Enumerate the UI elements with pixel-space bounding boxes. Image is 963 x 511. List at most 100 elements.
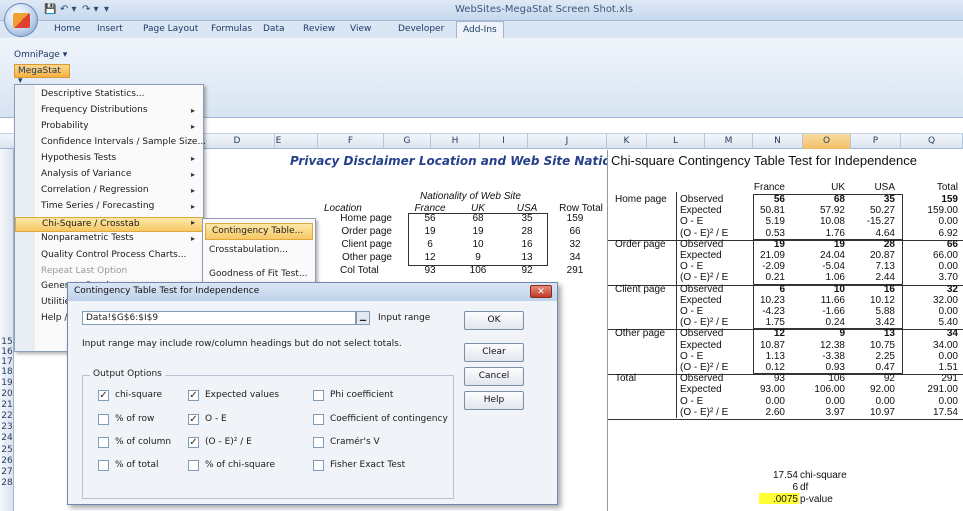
output-cell[interactable]: 106.00 — [795, 384, 845, 395]
output-cell[interactable]: 5.40 — [905, 317, 958, 328]
output-cell[interactable]: 106 — [795, 373, 845, 384]
sheet-cell[interactable]: 19 — [409, 226, 451, 237]
checkbox[interactable] — [188, 460, 199, 471]
output-cell[interactable]: 0.00 — [905, 351, 958, 362]
output-cell[interactable]: 291 — [905, 373, 958, 384]
row-header[interactable]: 26 — [0, 456, 14, 466]
sheet-cell[interactable]: 68 — [458, 213, 498, 224]
row-header[interactable]: 27 — [0, 467, 14, 477]
output-cell[interactable]: 0.00 — [745, 396, 785, 407]
checkbox[interactable] — [313, 437, 324, 448]
output-cell[interactable]: 291.00 — [905, 384, 958, 395]
output-cell[interactable]: 2.60 — [745, 407, 785, 418]
checkbox[interactable] — [313, 460, 324, 471]
submenu-item[interactable]: Goodness of Fit Test... — [209, 269, 307, 279]
checkbox[interactable]: ✓ — [98, 390, 109, 401]
output-cell[interactable]: 3.70 — [905, 272, 958, 283]
column-header-g[interactable]: G — [384, 134, 431, 149]
tab-page-layout[interactable]: Page Layout — [143, 24, 198, 34]
column-header-f[interactable]: F — [318, 134, 384, 149]
menu-item[interactable]: Chi-Square / Crosstab — [15, 217, 203, 232]
column-header-p[interactable]: P — [851, 134, 901, 149]
submenu-item[interactable]: Crosstabulation... — [209, 245, 288, 255]
tab-formulas[interactable]: Formulas — [211, 24, 252, 34]
submenu-item[interactable]: Contingency Table... — [205, 223, 313, 240]
sheet-cell[interactable]: 34 — [555, 252, 595, 263]
output-cell[interactable]: 32.00 — [905, 295, 958, 306]
sheet-cell[interactable]: 35 — [507, 213, 547, 224]
output-cell[interactable]: 93 — [745, 373, 785, 384]
output-cell[interactable]: 0.00 — [845, 396, 895, 407]
tab-review[interactable]: Review — [303, 24, 335, 34]
output-cell[interactable]: 0.00 — [795, 396, 845, 407]
tab-view[interactable]: View — [350, 24, 371, 34]
checkbox[interactable]: ✓ — [188, 437, 199, 448]
row-header[interactable]: 23 — [0, 422, 14, 432]
checkbox[interactable]: ✓ — [188, 390, 199, 401]
row-header[interactable]: 16 — [0, 347, 14, 357]
menu-item[interactable]: Analysis of Variance — [41, 169, 131, 179]
output-cell[interactable]: 66 — [905, 239, 958, 250]
sheet-cell[interactable]: 66 — [555, 226, 595, 237]
checkbox[interactable] — [98, 414, 109, 425]
save-icon[interactable]: 💾 — [44, 4, 56, 15]
sheet-cell[interactable]: 32 — [555, 239, 595, 250]
clear-button[interactable]: Clear — [464, 343, 524, 362]
sheet-col-total[interactable]: 92 — [507, 265, 547, 276]
tab-data[interactable]: Data — [263, 24, 285, 34]
column-header-o[interactable]: O — [803, 134, 851, 149]
output-cell[interactable]: 0.00 — [905, 396, 958, 407]
menu-item[interactable]: Confidence Intervals / Sample Size... — [41, 137, 206, 147]
output-cell[interactable]: 3.97 — [795, 407, 845, 418]
menu-item[interactable]: Quality Control Process Charts... — [41, 250, 186, 260]
output-cell[interactable]: 6.92 — [905, 228, 958, 239]
sheet-cell[interactable]: 159 — [555, 213, 595, 224]
output-cell[interactable]: 34.00 — [905, 340, 958, 351]
tab-add-ins[interactable]: Add-Ins — [456, 21, 504, 38]
omnipage-menu[interactable]: OmniPage ▾ — [14, 50, 67, 60]
undo-icon[interactable]: ↶ ▾ — [60, 4, 77, 15]
row-header[interactable]: 25 — [0, 445, 14, 455]
sheet-col-total[interactable]: 93 — [409, 265, 451, 276]
column-header-l[interactable]: L — [647, 134, 705, 149]
row-header[interactable]: 28 — [0, 478, 14, 488]
checkbox[interactable] — [313, 414, 324, 425]
menu-item[interactable]: Hypothesis Tests — [41, 153, 116, 163]
megastat-menu-button[interactable]: MegaStat ▾ — [14, 64, 70, 86]
menu-item[interactable]: Correlation / Regression — [41, 185, 149, 195]
column-header-q[interactable]: Q — [901, 134, 963, 149]
output-cell[interactable]: 34 — [905, 328, 958, 339]
sheet-cell[interactable]: 28 — [507, 226, 547, 237]
row-header[interactable]: 20 — [0, 389, 14, 399]
row-header[interactable]: 19 — [0, 378, 14, 388]
column-header-n[interactable]: N — [753, 134, 803, 149]
output-cell[interactable]: 92 — [845, 373, 895, 384]
cancel-button[interactable]: Cancel — [464, 367, 524, 386]
column-header-h[interactable]: H — [431, 134, 480, 149]
column-header-k[interactable]: K — [607, 134, 647, 149]
menu-item[interactable]: Frequency Distributions — [41, 105, 148, 115]
office-button[interactable] — [4, 3, 38, 37]
sheet-cell[interactable]: 9 — [458, 252, 498, 263]
checkbox[interactable] — [313, 390, 324, 401]
sheet-cell[interactable]: 56 — [409, 213, 451, 224]
help-button[interactable]: Help — [464, 391, 524, 410]
checkbox[interactable]: ✓ — [188, 414, 199, 425]
output-cell[interactable]: 93.00 — [745, 384, 785, 395]
quick-access-dropdown-icon[interactable]: ▾ — [104, 4, 109, 15]
input-range-field[interactable]: Data!$G$6:$I$9 — [82, 311, 356, 325]
column-header-e[interactable]: E — [240, 134, 318, 149]
sheet-cell[interactable]: 10 — [458, 239, 498, 250]
menu-item[interactable]: Probability — [41, 121, 89, 131]
tab-home[interactable]: Home — [54, 24, 81, 34]
sheet-col-total[interactable]: 106 — [458, 265, 498, 276]
row-header[interactable]: 22 — [0, 411, 14, 421]
column-header-j[interactable]: J — [528, 134, 607, 149]
close-icon[interactable]: ✕ — [530, 285, 552, 298]
range-selector-icon[interactable]: ▁ — [356, 311, 370, 325]
menu-item[interactable]: Repeat Last Option — [41, 266, 127, 276]
row-header[interactable]: 18 — [0, 367, 14, 377]
sheet-cell[interactable]: 6 — [409, 239, 451, 250]
redo-icon[interactable]: ↷ ▾ — [82, 4, 99, 15]
menu-item[interactable]: Nonparametric Tests — [41, 233, 134, 243]
